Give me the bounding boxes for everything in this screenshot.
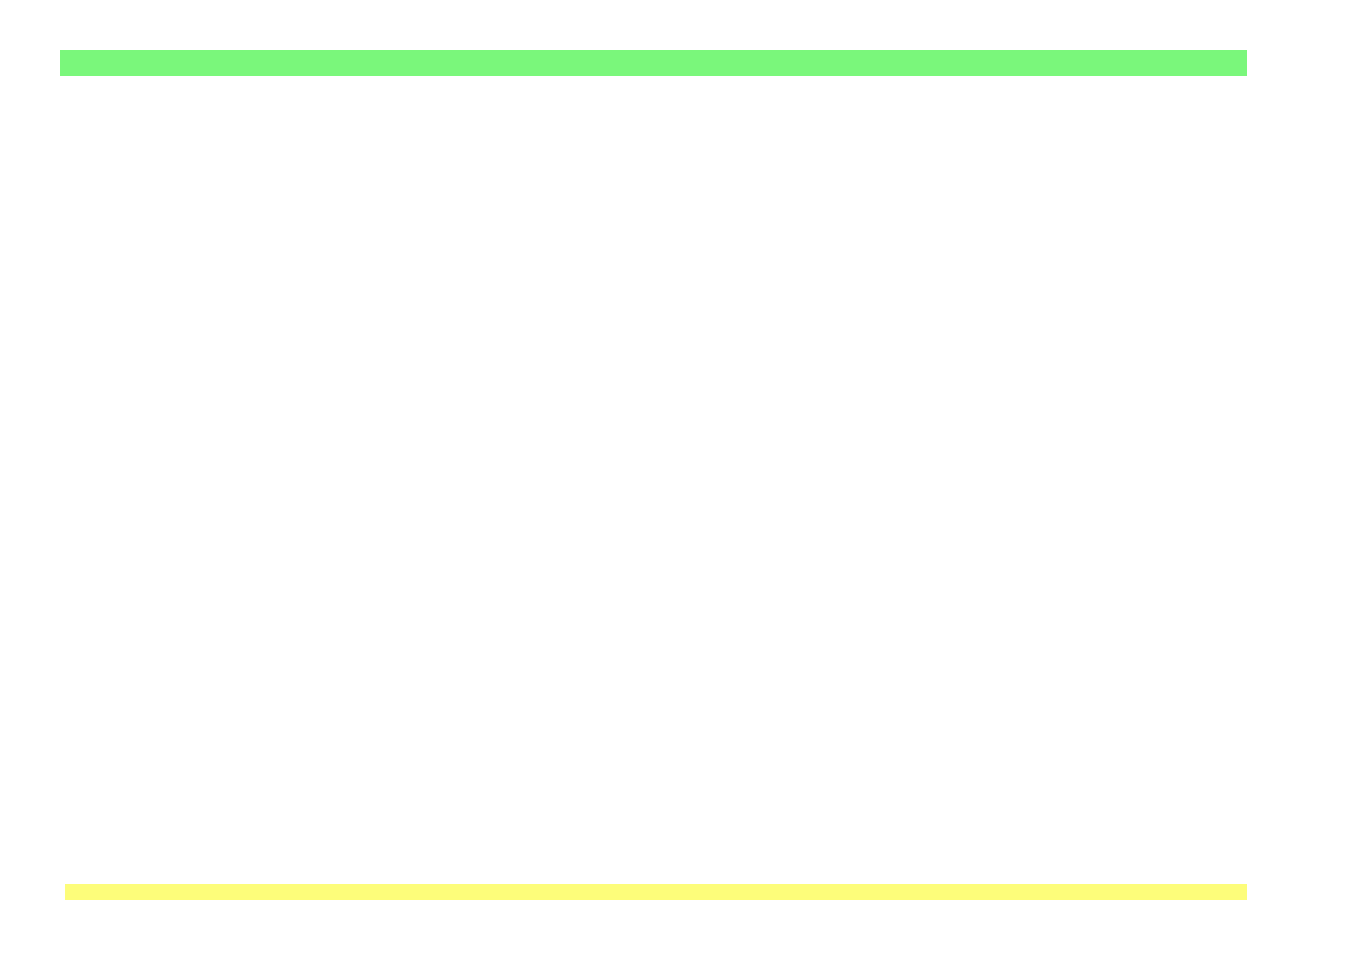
top-highlight-bar (60, 50, 1247, 76)
bottom-highlight-bar (65, 884, 1247, 900)
page-container (0, 0, 1352, 954)
